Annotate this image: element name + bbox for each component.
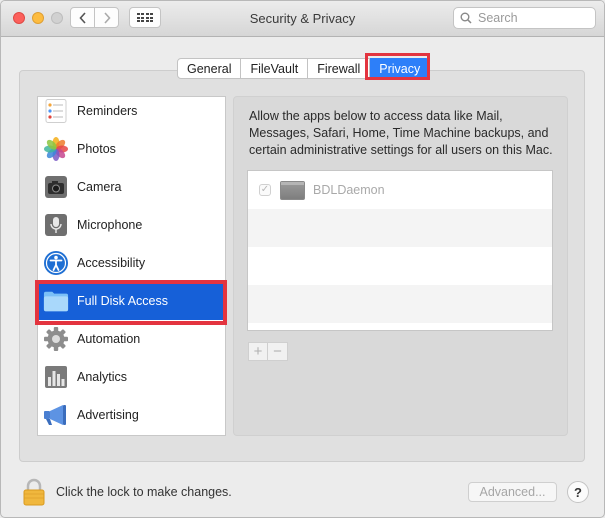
tab-firewall[interactable]: Firewall xyxy=(308,58,371,79)
sidebar-item-camera[interactable]: Camera xyxy=(38,168,225,206)
list-empty-row xyxy=(248,247,552,285)
tab-privacy[interactable]: Privacy xyxy=(370,58,431,79)
app-name: BDLDaemon xyxy=(313,183,385,197)
sidebar-item-automation[interactable]: Automation xyxy=(38,320,225,358)
photos-icon xyxy=(43,136,69,162)
analytics-icon xyxy=(43,364,69,390)
lock-hint-text: Click the lock to make changes. xyxy=(56,485,232,499)
reminders-icon xyxy=(43,98,69,124)
zoom-window-button[interactable] xyxy=(51,12,63,24)
megaphone-icon xyxy=(43,402,69,428)
chevron-left-icon xyxy=(78,11,86,24)
sidebar-item-label: Photos xyxy=(77,142,116,156)
app-checkbox[interactable]: ✓ xyxy=(259,184,271,196)
gear-icon xyxy=(43,326,69,352)
tab-filevault[interactable]: FileVault xyxy=(241,58,309,79)
minimize-window-button[interactable] xyxy=(32,12,44,24)
tab-bar: General FileVault Firewall Privacy xyxy=(177,58,431,79)
checkmark-icon: ✓ xyxy=(260,184,270,195)
sidebar-item-analytics[interactable]: Analytics xyxy=(38,358,225,396)
tab-general[interactable]: General xyxy=(177,58,242,79)
sidebar-item-microphone[interactable]: Microphone xyxy=(38,206,225,244)
sidebar-item-label: Microphone xyxy=(77,218,143,232)
forward-button[interactable] xyxy=(94,7,119,28)
close-window-button[interactable] xyxy=(13,12,25,24)
lock-icon xyxy=(23,478,45,506)
sidebar-item-label: Full Disk Access xyxy=(77,294,168,308)
security-privacy-window: Security & Privacy General FileVault Fir… xyxy=(0,0,605,518)
privacy-category-list[interactable]: Reminders Photos Camera Microphone Acces… xyxy=(37,96,226,436)
add-app-button[interactable]: + xyxy=(248,342,268,361)
sidebar-item-full-disk-access[interactable]: Full Disk Access xyxy=(38,282,225,320)
back-button[interactable] xyxy=(70,7,95,28)
sidebar-item-label: Accessibility xyxy=(77,256,146,270)
list-empty-row xyxy=(248,285,552,323)
sidebar-item-accessibility[interactable]: Accessibility xyxy=(38,244,225,282)
grid-icon xyxy=(136,13,154,22)
app-list[interactable]: ✓ BDLDaemon xyxy=(247,170,553,331)
chevron-right-icon xyxy=(103,11,111,24)
remove-app-button[interactable]: − xyxy=(268,342,288,361)
show-all-button[interactable] xyxy=(129,7,161,28)
advanced-button[interactable]: Advanced... xyxy=(468,482,557,502)
title-bar: Security & Privacy xyxy=(1,1,604,37)
app-row-bdldaemon[interactable]: ✓ BDLDaemon xyxy=(248,171,552,209)
microphone-icon xyxy=(43,212,69,238)
accessibility-icon xyxy=(43,250,69,276)
sidebar-item-reminders[interactable]: Reminders xyxy=(38,97,225,130)
sidebar-item-label: Camera xyxy=(77,180,122,194)
list-empty-row xyxy=(248,209,552,247)
sidebar-item-label: Reminders xyxy=(77,104,138,118)
folder-icon xyxy=(43,288,69,314)
search-icon xyxy=(460,12,472,24)
add-remove-controls: + − xyxy=(248,342,288,361)
search-input[interactable] xyxy=(476,10,590,26)
sidebar-item-label: Automation xyxy=(77,332,141,346)
sidebar-item-label: Advertising xyxy=(77,408,139,422)
lock-button[interactable] xyxy=(23,478,45,506)
sidebar-item-photos[interactable]: Photos xyxy=(38,130,225,168)
sidebar-item-advertising[interactable]: Advertising xyxy=(38,396,225,434)
sidebar-item-label: Analytics xyxy=(77,370,128,384)
full-disk-access-description: Allow the apps below to access data like… xyxy=(249,109,553,157)
app-window-icon xyxy=(280,180,305,200)
help-button[interactable]: ? xyxy=(567,481,589,503)
search-field[interactable] xyxy=(453,7,596,29)
camera-icon xyxy=(43,174,69,200)
